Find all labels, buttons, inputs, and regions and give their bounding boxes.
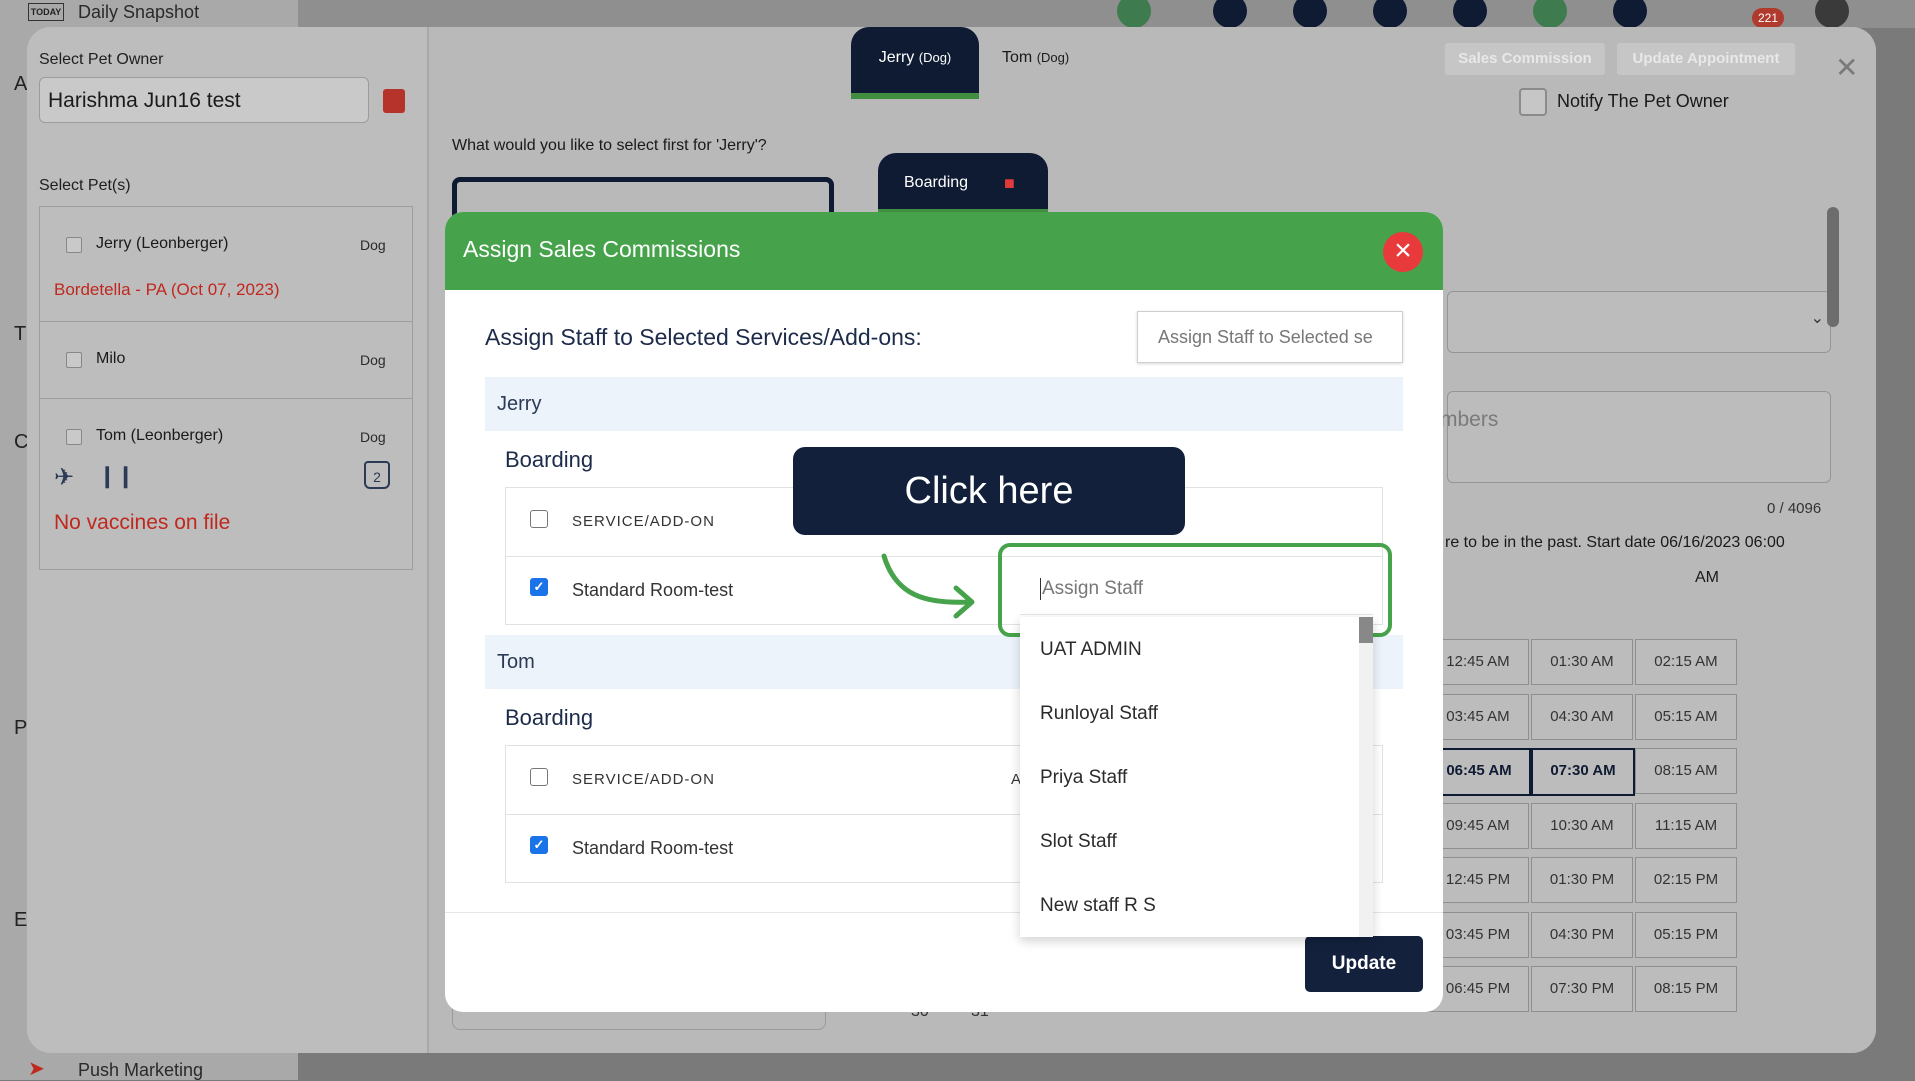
modal-header: Assign Sales Commissions × [445,212,1443,290]
select-pets-label: Select Pet(s) [39,177,131,194]
modal-title: Assign Sales Commissions [463,236,741,262]
vaccine-note: Bordetella - PA (Oct 07, 2023) [54,280,280,299]
selection-question: What would you like to select first for … [452,137,767,154]
pet-name: Tom (Leonberger) [96,427,224,444]
pet-kind: Dog [360,352,386,368]
click-here-tooltip: Click here [793,447,1185,535]
char-counter: 0 / 4096 [1767,500,1822,517]
notify-label: Notify The Pet Owner [1557,91,1729,111]
sales-commission-button[interactable]: Sales Commission [1445,43,1605,75]
owner-input[interactable]: Harishma Jun16 test [39,77,369,123]
tab-tom[interactable]: Tom (Dog) [1002,27,1112,93]
pet-row-milo[interactable]: Milo Dog [40,322,412,399]
service-title: Boarding [505,447,594,472]
service-name: Standard Room-test [572,838,734,858]
update-button[interactable]: Update [1305,936,1423,992]
fork-knife-icon: ❙❙ [98,463,135,488]
time-slot-button[interactable]: 10:30 AM [1531,802,1633,849]
sidebar-letter-e: E [14,909,28,931]
past-date-warning: re to be in the past. Start date 06/16/2… [1445,534,1785,551]
sidebar-letter-t: T [14,323,27,345]
notify-checkbox[interactable] [1519,88,1547,116]
modal-subtitle: Assign Staff to Selected Services/Add-on… [485,324,922,350]
notes-placeholder: mbers [1440,408,1499,431]
time-slot-button[interactable]: 05:15 AM [1635,693,1737,740]
column-header-service: SERVICE/ADD-ON [572,513,715,530]
pet-row-jerry[interactable]: Jerry (Leonberger) Dog Bordetella - PA (… [40,207,412,322]
past-date-warning-suffix: AM [1695,569,1719,586]
tab-pet-name: Tom [1002,49,1033,66]
sidebar-letter-p: P [14,717,28,739]
pet-list: Jerry (Leonberger) Dog Bordetella - PA (… [39,206,413,570]
select-owner-label: Select Pet Owner [39,51,164,68]
time-slot-button[interactable]: 08:15 AM [1635,748,1737,794]
boarding-tab-label: Boarding [904,174,969,191]
service-title: Boarding [505,705,594,730]
owner-card-icon[interactable] [383,89,405,113]
pet-kind: Dog [360,429,386,445]
scrollbar-thumb[interactable] [1827,207,1839,327]
boarding-service-tab[interactable]: Boarding ■ [878,153,1048,215]
close-icon[interactable]: × [1383,232,1423,272]
pet-name: Jerry (Leonberger) [96,235,229,252]
airplane-icon: ✈ [54,464,75,491]
time-slot-button[interactable]: 01:30 PM [1531,857,1633,903]
time-slot-button[interactable]: 05:15 PM [1635,911,1737,958]
arrow-icon [881,553,975,619]
staff-dropdown: UAT ADMIN Runloyal Staff Priya Staff Slo… [1020,617,1373,937]
time-slot-button[interactable]: 11:15 AM [1635,802,1737,849]
notification-badge[interactable]: 221 [1752,8,1784,28]
vaccine-note: No vaccines on file [54,511,231,534]
select-all-checkbox[interactable] [530,510,548,528]
dropdown-option[interactable]: Runloyal Staff [1040,703,1158,725]
dropdown-scrollbar[interactable] [1359,617,1373,937]
pet-kind: Dog [360,237,386,253]
pet-checkbox[interactable] [66,237,82,253]
today-icon: TODAY [28,3,64,21]
chevron-down-icon: ⌄ [1810,310,1824,327]
pet-checkbox[interactable] [66,352,82,368]
assign-all-staff-input[interactable]: Assign Staff to Selected se [1137,311,1403,363]
weight-badge-icon: 2 [364,461,390,489]
time-slot-button[interactable]: 08:15 PM [1635,966,1737,1012]
pet-row-tom[interactable]: Tom (Leonberger) Dog ✈ ❙❙ 2 No vaccines … [40,399,412,569]
dropdown-option[interactable]: New staff R S [1040,895,1156,917]
time-slot-button[interactable]: 04:30 PM [1531,911,1633,958]
nav-push-marketing[interactable]: Push Marketing [78,1060,203,1081]
dropdown-option[interactable]: UAT ADMIN [1040,639,1142,661]
dropdown-option[interactable]: Slot Staff [1040,831,1117,853]
dropdown-scrollbar-thumb[interactable] [1359,617,1373,643]
row-checkbox[interactable]: ✓ [530,836,548,854]
tab-pet-name: Jerry [878,49,915,66]
time-slot-button[interactable]: 04:30 AM [1531,693,1633,740]
time-slot-button[interactable]: 02:15 AM [1635,639,1737,685]
tab-pet-kind: (Dog) [1036,50,1070,65]
time-slot-button[interactable]: 01:30 AM [1531,639,1633,685]
pet-name: Milo [96,350,126,367]
sidebar-letter-a: A [14,73,28,95]
nav-daily-snapshot[interactable]: Daily Snapshot [78,2,199,23]
tab-pet-kind: (Dog) [918,50,952,65]
app-topbar [298,0,1915,28]
trash-icon[interactable]: ■ [1004,153,1015,213]
select-dropdown[interactable]: ⌄ [1447,291,1831,353]
service-name: Standard Room-test [572,580,734,600]
select-all-checkbox[interactable] [530,768,548,786]
update-appointment-button[interactable]: Update Appointment [1617,43,1795,75]
pet-checkbox[interactable] [66,429,82,445]
row-checkbox[interactable]: ✓ [530,578,548,596]
time-slot-button[interactable]: 02:15 PM [1635,857,1737,903]
dropdown-option[interactable]: Priya Staff [1040,767,1127,789]
tab-jerry[interactable]: Jerry (Dog) [851,27,979,99]
close-icon[interactable]: ✕ [1835,51,1858,84]
time-slot-button[interactable]: 07:30 AM [1531,748,1635,796]
time-slot-button[interactable]: 07:30 PM [1531,966,1633,1012]
notes-textarea[interactable]: mbers [1440,391,1831,483]
column-header-service: SERVICE/ADD-ON [572,771,715,788]
pet-owner-panel: Select Pet Owner Harishma Jun16 test Sel… [27,27,429,1053]
pet-section-header: Jerry [485,377,1403,431]
rocket-icon: ➤ [28,1058,45,1080]
